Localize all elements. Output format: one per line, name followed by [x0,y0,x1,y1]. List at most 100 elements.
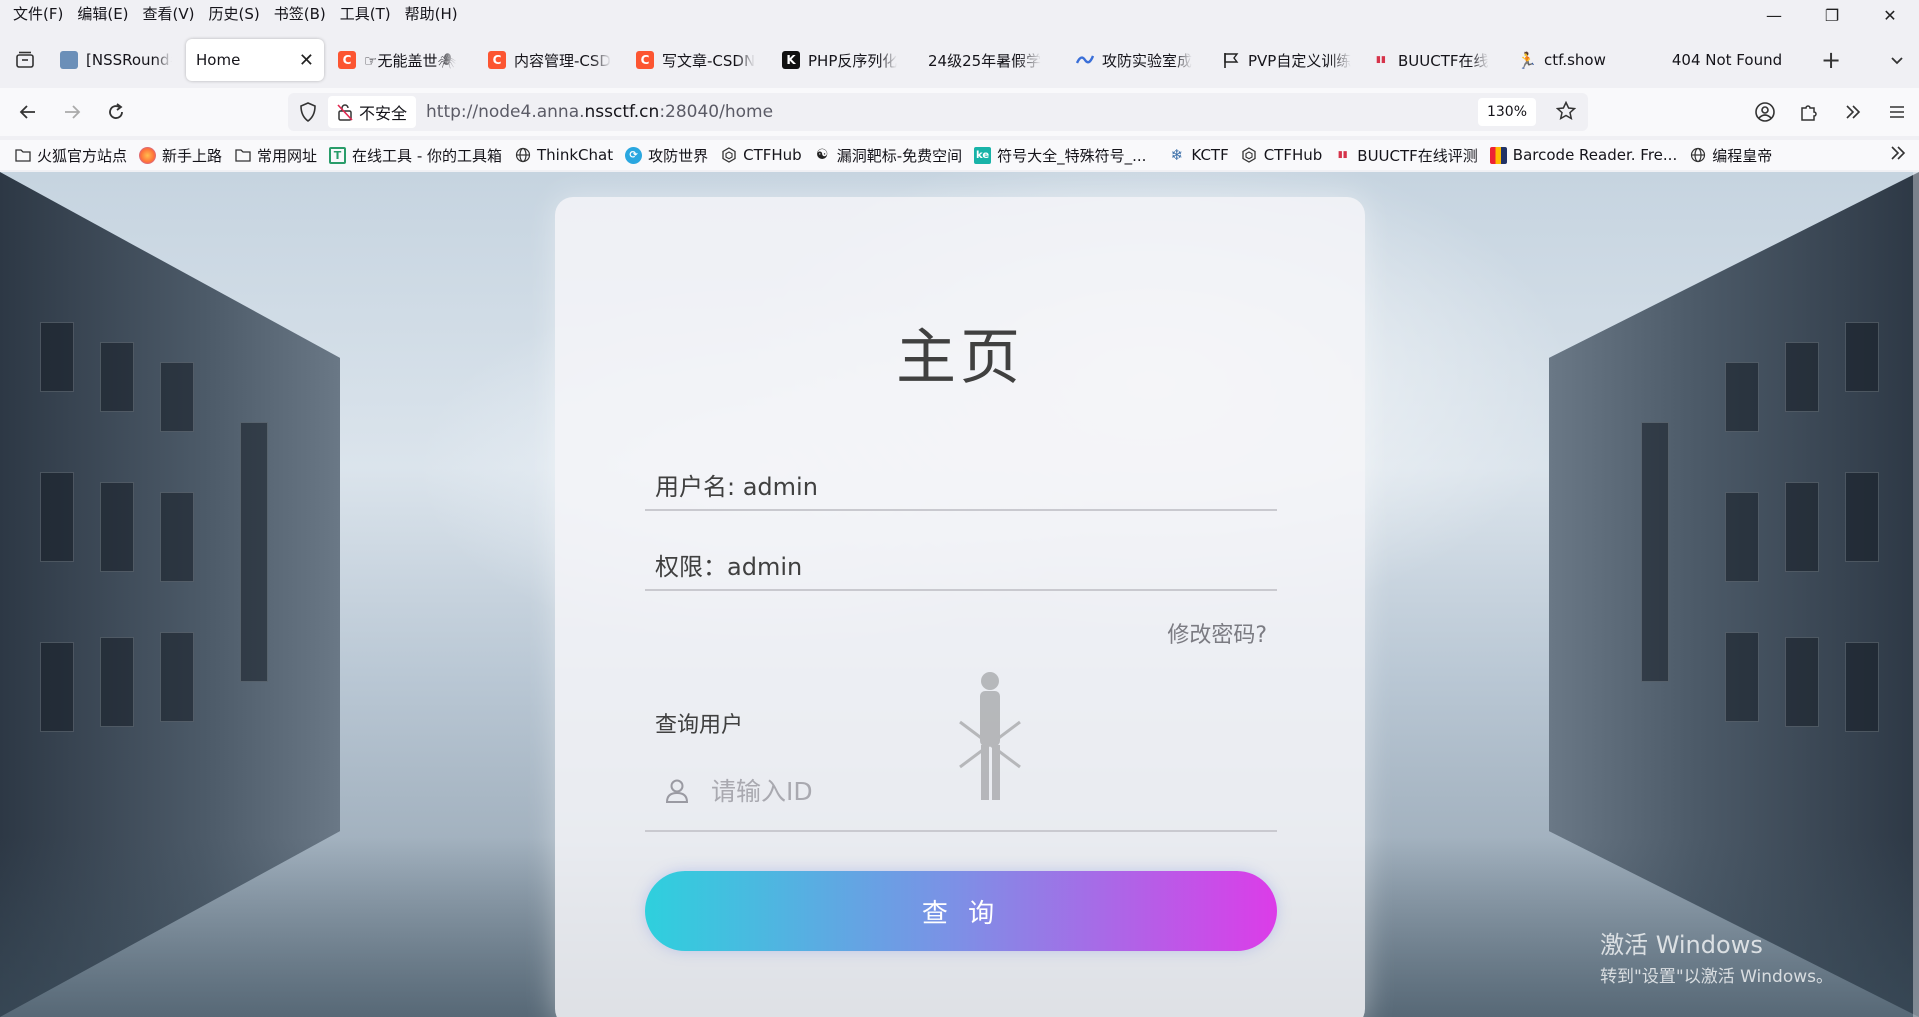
scrollbar[interactable] [1913,172,1919,1017]
ctfhub-icon [1241,147,1258,164]
bookmark-item[interactable]: T 在线工具 - 你的工具箱 [329,145,502,166]
lab-icon [1076,51,1094,69]
menu-bookmarks[interactable]: 书签(B) [267,3,333,24]
menu-view[interactable]: 查看(V) [136,3,202,24]
bookmark-label: CTFHub [743,146,802,164]
home-card: 主页 用户名: admin 权限：admin 修改密码? 查询用户 查 询 [555,197,1365,1017]
globe-icon [514,147,531,164]
more-tools-button[interactable] [1831,90,1875,134]
tab-list-icon [16,51,34,68]
tab-label: PHP反序列化 [808,51,898,70]
tab-label: 写文章-CSDN [662,51,756,70]
menu-file[interactable]: 文件(F) [6,3,70,24]
bookmark-label: ThinkChat [537,146,614,164]
username-display: 用户名: admin [645,467,1277,511]
menu-tools[interactable]: 工具(T) [333,3,398,24]
minimize-button[interactable]: — [1745,0,1803,30]
tab-nssround[interactable]: [NSSRound# [50,38,182,82]
activation-title: 激活 Windows [1600,931,1763,959]
navigation-bar: 不安全 http://node4.anna.nssctf.cn:28040/ho… [0,88,1919,136]
bookmark-star-button[interactable] [1555,100,1577,125]
url-bar[interactable]: 不安全 http://node4.anna.nssctf.cn:28040/ho… [288,93,1588,131]
bookmark-item[interactable]: ke 符号大全_特殊符号_... [974,145,1146,166]
tab-summer[interactable]: 24级25年暑假学 [918,38,1066,82]
id-field[interactable] [645,752,1277,832]
back-button[interactable] [6,90,50,134]
bookmark-item[interactable]: 新手上路 [139,145,222,166]
reload-button[interactable] [94,90,138,134]
tab-home[interactable]: Home ✕ [186,39,324,81]
id-input[interactable] [711,776,1231,806]
firefox-icon [139,146,157,164]
query-button[interactable]: 查 询 [645,871,1277,951]
tab-label: BUUCTF在线 [1398,51,1489,70]
tab-buuctf[interactable]: ▮▮ BUUCTF在线 [1362,38,1508,82]
tab-pvp[interactable]: PVP自定义训练 [1212,38,1362,82]
change-password-link[interactable]: 修改密码? [1167,617,1267,649]
security-indicator[interactable]: 不安全 [328,96,417,128]
url-text[interactable]: http://node4.anna.nssctf.cn:28040/home [426,102,773,122]
bookmark-item[interactable]: CTFHub [1241,146,1322,164]
close-tab-icon[interactable]: ✕ [289,50,314,71]
new-tab-button[interactable]: + [1808,38,1854,82]
globe-icon [1689,147,1706,164]
bookmark-item[interactable]: ☯ 漏洞靶标-免费空间 [814,145,962,166]
permission-display: 权限：admin [645,547,1277,591]
bookmark-label: KCTF [1191,146,1229,164]
plus-icon: + [1820,46,1842,74]
extensions-button[interactable] [1787,90,1831,134]
zoom-level-button[interactable]: 130% [1477,98,1536,126]
menu-bar: 文件(F) 编辑(E) 查看(V) 历史(S) 书签(B) 工具(T) 帮助(H… [0,0,1919,26]
ctfhub-icon [720,147,737,164]
user-icon [665,779,689,803]
hamburger-icon [1890,106,1904,118]
tab-list-button[interactable] [0,38,50,82]
bookmark-item[interactable]: ⟳ 攻防世界 [625,145,708,166]
reload-icon [109,103,123,119]
tab-lab[interactable]: 攻防实验室成 [1066,38,1212,82]
tab-label: Home [196,51,241,69]
tool-icon: T [329,146,347,164]
bookmark-item[interactable]: 编程皇帝 [1689,145,1772,166]
bookmark-item[interactable]: 火狐官方站点 [14,145,127,166]
menu-edit[interactable]: 编辑(E) [70,3,135,24]
query-user-label: 查询用户 [655,713,744,738]
tab-csdn-3[interactable]: C 写文章-CSDN [626,38,772,82]
tab-csdn-2[interactable]: C 内容管理-CSD [478,38,626,82]
account-button[interactable] [1743,90,1787,134]
app-menu-button[interactable] [1875,90,1919,134]
bookmark-item[interactable]: CTFHub [720,146,802,164]
bookmark-item[interactable]: Barcode Reader. Fre... [1489,146,1677,164]
restore-button[interactable]: ❐ [1803,0,1861,30]
menu-help[interactable]: 帮助(H) [398,3,465,24]
bookmark-label: 编程皇帝 [1712,146,1773,165]
menu-history[interactable]: 历史(S) [202,3,267,24]
activation-subtitle: 转到"设置"以激活 Windows。 [1600,967,1833,987]
bookmark-item[interactable]: ▮▮ BUUCTF在线评测 [1334,145,1478,166]
tab-label: 404 Not Found [1671,51,1783,69]
tab-404[interactable]: 404 Not Found [1652,38,1802,82]
page-title: 主页 [896,323,1024,393]
tracking-protection-button[interactable] [288,102,328,122]
forward-button[interactable] [50,90,94,134]
snowflake-icon: ❄ [1170,146,1184,164]
bookmark-item[interactable]: ❄ KCTF [1168,146,1229,164]
tab-label: [NSSRound# [86,51,172,69]
csdn-icon: C [636,51,654,69]
tab-php[interactable]: K PHP反序列化 [772,38,918,82]
security-label: 不安全 [359,104,408,123]
runner-icon: 🏃 [1517,50,1537,70]
tab-csdn-1[interactable]: C ☞无能盖世🕷 [328,38,478,82]
tab-ctfshow[interactable]: 🏃 ctf.show [1508,38,1652,82]
bookmarks-overflow-button[interactable] [1889,144,1907,166]
double-chevron-right-icon [1891,146,1906,160]
tab-overflow-button[interactable] [1889,38,1905,82]
chevron-down-icon [1891,57,1903,65]
buuctf-icon: ▮▮ [1337,150,1348,160]
windows-activation-watermark: 激活 Windows 转到"设置"以激活 Windows。 [1600,925,1833,987]
buuctf-icon: ▮▮ [1376,55,1386,65]
bookmark-item[interactable]: 常用网址 [234,145,317,166]
bookmark-item[interactable]: ThinkChat [514,146,613,164]
close-window-button[interactable]: ✕ [1861,0,1919,30]
tab-label: ctf.show [1544,51,1606,69]
